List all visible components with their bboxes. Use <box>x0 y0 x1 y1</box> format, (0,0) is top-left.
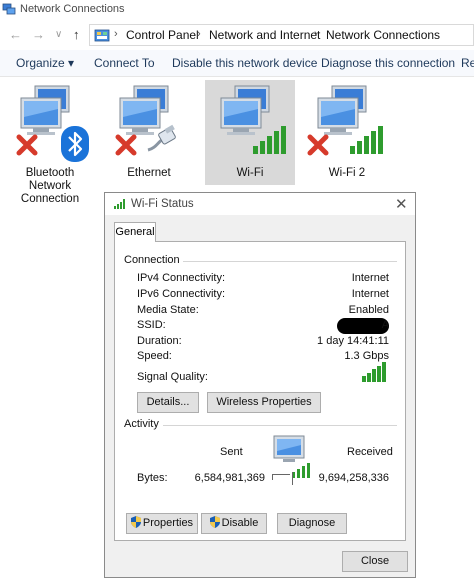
red-x-icon <box>115 134 137 156</box>
signal-bars-icon <box>114 199 125 209</box>
ssid-value: A <box>381 319 389 331</box>
signal-bars-icon <box>253 126 286 154</box>
connect-to-button[interactable]: Connect To <box>94 56 155 70</box>
properties-button[interactable]: Properties <box>126 513 198 534</box>
forward-button[interactable]: → <box>32 27 45 42</box>
diagnose-connection-button[interactable]: Diagnose this connection <box>321 56 455 70</box>
properties-label: Properties <box>142 517 194 529</box>
red-x-icon <box>307 134 329 156</box>
breadcrumb-separator: › <box>314 28 318 40</box>
address-row: ← → ∨ ↑ › Control Panel › Network and In… <box>0 22 474 48</box>
uac-shield-icon <box>130 516 141 528</box>
details-button[interactable]: Details... <box>137 392 199 413</box>
activity-group-label: Activity <box>124 418 162 430</box>
ipv4-label: IPv4 Connectivity: <box>137 272 226 284</box>
media-state-value: Enabled <box>348 304 389 316</box>
device-wifi[interactable]: Wi-Fi <box>205 80 295 185</box>
speed-label: Speed: <box>137 350 172 362</box>
signal-quality-label: Signal Quality: <box>137 371 208 383</box>
breadcrumb-network-and-internet[interactable]: Network and Internet <box>209 28 320 42</box>
window-title: Network Connections <box>20 3 125 15</box>
device-bluetooth[interactable]: Bluetooth Network Connection <box>5 80 95 205</box>
up-button[interactable]: ↑ <box>73 27 80 42</box>
speed-value: 1.3 Gbps <box>344 350 389 362</box>
ssid-label: SSID: <box>137 319 166 331</box>
breadcrumb-control-panel[interactable]: Control Panel <box>126 28 199 42</box>
breadcrumb-separator: › <box>114 28 118 40</box>
device-label: Wi-Fi 2 <box>328 167 366 179</box>
uac-shield-icon <box>209 516 220 528</box>
ipv4-value: Internet <box>351 272 389 284</box>
signal-quality-icon <box>362 362 386 382</box>
breadcrumb-separator: › <box>197 28 201 40</box>
device-wifi-2[interactable]: Wi-Fi 2 <box>302 80 392 185</box>
group-divider <box>163 425 397 426</box>
ipv6-label: IPv6 Connectivity: <box>137 288 226 300</box>
bytes-received-value: 9,694,258,336 <box>318 472 389 484</box>
tab-general[interactable]: General <box>114 222 156 242</box>
bytes-sent-value: 6,584,981,369 <box>194 472 265 484</box>
back-button[interactable]: ← <box>9 27 22 42</box>
signal-bars-icon <box>350 126 383 154</box>
media-state-label: Media State: <box>137 304 199 316</box>
command-bar: Organize ▾ Connect To Disable this netwo… <box>0 50 474 77</box>
dialog-title: Wi-Fi Status <box>131 198 194 210</box>
disable-device-button[interactable]: Disable this network device <box>172 56 317 70</box>
sent-label: Sent <box>220 446 243 458</box>
bluetooth-icon <box>61 126 89 162</box>
bytes-label: Bytes: <box>137 472 168 484</box>
activity-divider <box>292 472 293 485</box>
device-ethernet[interactable]: Ethernet <box>104 80 194 185</box>
control-panel-icon <box>94 29 110 42</box>
duration-label: Duration: <box>137 335 182 347</box>
connection-group-label: Connection <box>124 254 183 266</box>
network-connections-icon <box>2 3 16 15</box>
rename-button[interactable]: Re <box>461 56 474 70</box>
device-label: Ethernet <box>127 167 171 179</box>
ethernet-cable-icon <box>147 124 176 152</box>
disable-label: Disable <box>221 517 259 529</box>
red-x-icon <box>16 134 38 156</box>
address-bar[interactable]: › Control Panel › Network and Internet ›… <box>89 24 474 46</box>
dialog-close-icon[interactable]: ✕ <box>395 195 408 213</box>
device-label: Wi-Fi <box>236 167 264 179</box>
disable-button[interactable]: Disable <box>201 513 267 534</box>
duration-value: 1 day 14:41:11 <box>317 335 389 347</box>
recent-locations-dropdown[interactable]: ∨ <box>55 29 62 40</box>
wifi-status-dialog: Wi-Fi Status ✕ General Connection IPv4 C… <box>104 192 416 578</box>
dialog-titlebar: Wi-Fi Status ✕ <box>105 193 415 215</box>
group-divider <box>175 261 397 262</box>
breadcrumb-network-connections[interactable]: Network Connections <box>326 28 440 42</box>
device-label: Bluetooth Network Connection <box>20 167 80 205</box>
organize-menu[interactable]: Organize ▾ <box>16 56 74 70</box>
ipv6-value: Internet <box>351 288 389 300</box>
wireless-properties-button[interactable]: Wireless Properties <box>207 392 321 413</box>
general-tab-panel: Connection IPv4 Connectivity: Internet I… <box>114 241 406 541</box>
received-label: Received <box>347 446 393 458</box>
window-titlebar: Network Connections <box>0 0 474 20</box>
diagnose-button[interactable]: Diagnose <box>277 513 347 534</box>
close-button[interactable]: Close <box>342 551 408 572</box>
